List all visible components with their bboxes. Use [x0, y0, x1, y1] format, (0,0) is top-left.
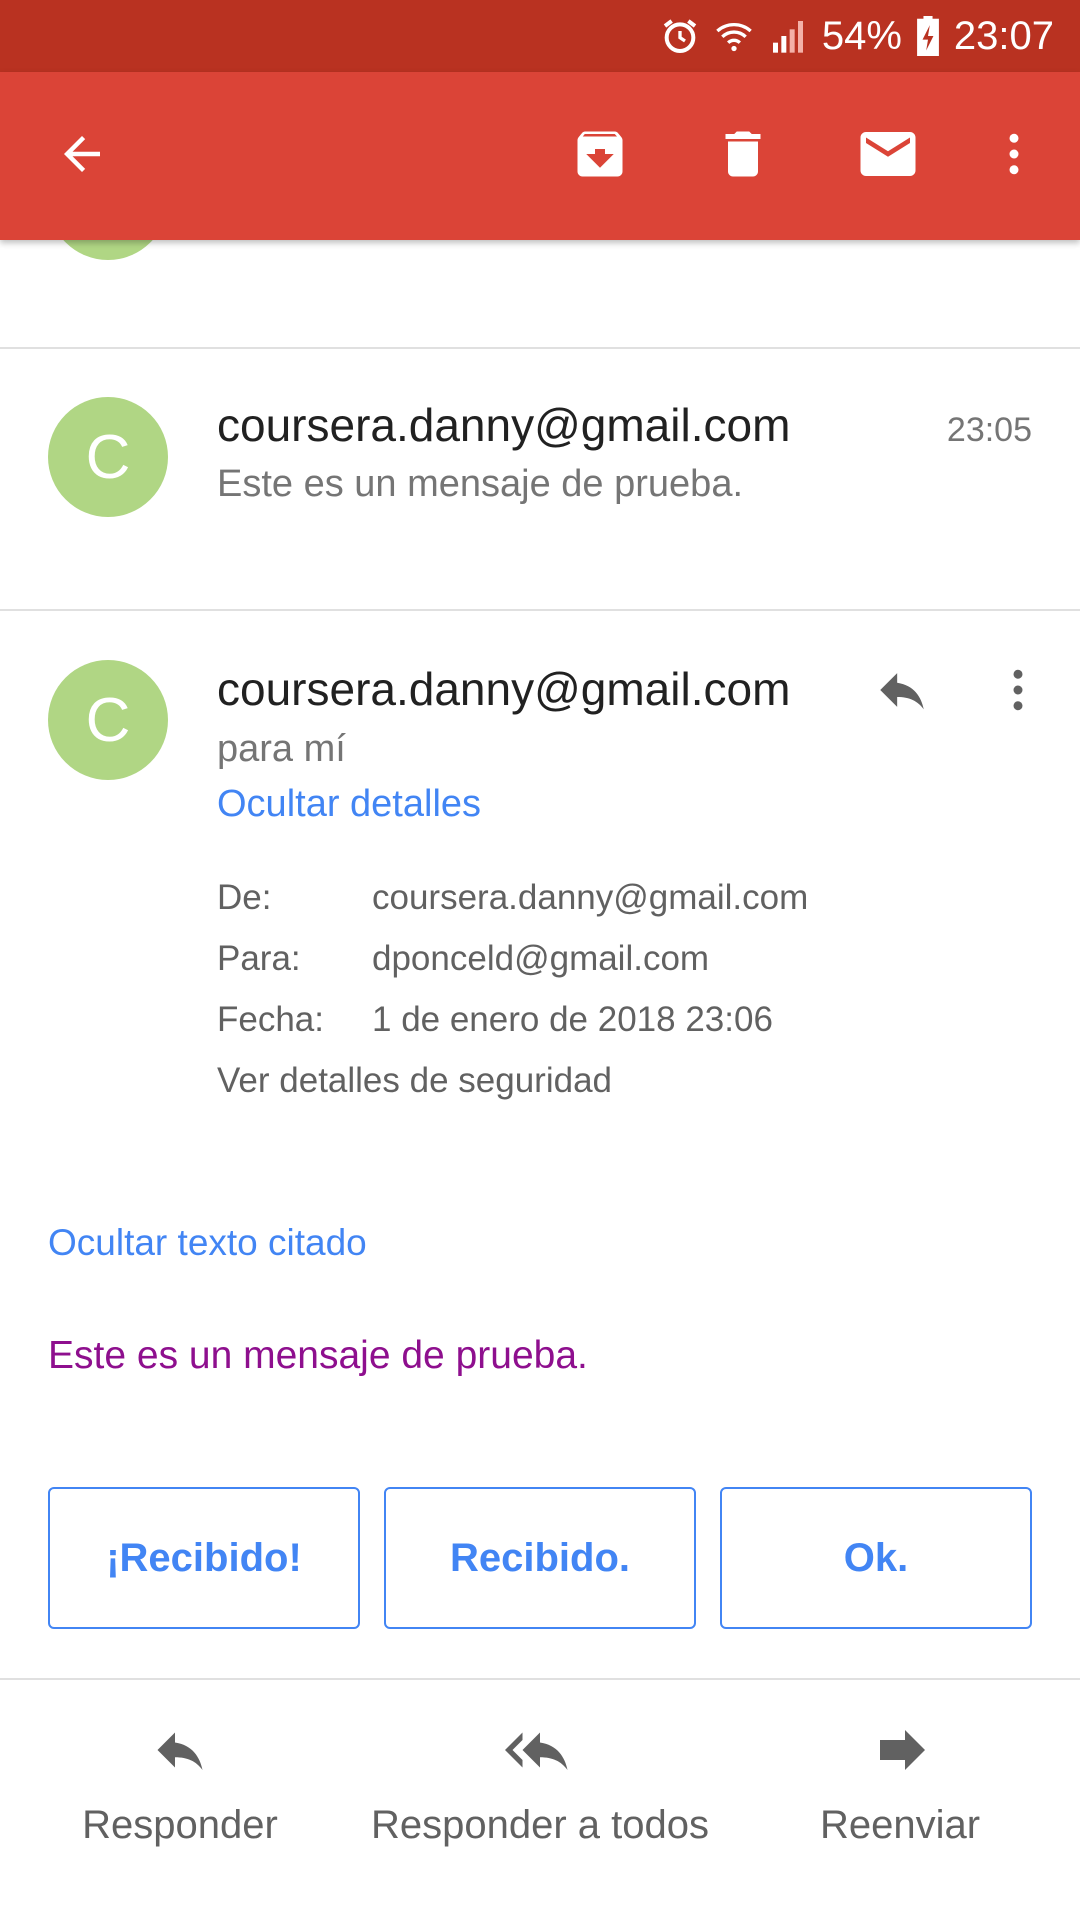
battery-percent: 54%	[821, 13, 902, 58]
divider	[0, 347, 1080, 349]
smart-reply-button[interactable]: ¡Recibido!	[48, 1487, 360, 1629]
reply-all-icon	[504, 1720, 576, 1785]
security-details-link[interactable]: Ver detalles de seguridad	[217, 1061, 612, 1101]
date-label: Fecha:	[217, 1000, 324, 1039]
divider	[0, 1678, 1080, 1680]
more-vert-icon	[991, 663, 1045, 722]
forward-icon	[870, 1720, 930, 1785]
divider	[0, 609, 1080, 611]
forward-action[interactable]: Reenviar	[800, 1720, 1000, 1848]
avatar: C	[48, 660, 168, 780]
message-snippet: Este es un mensaje de prueba.	[217, 463, 744, 505]
reply-all-label: Responder a todos	[370, 1803, 709, 1847]
avatar	[48, 240, 168, 260]
reply-action[interactable]: Responder	[80, 1720, 280, 1848]
battery-charging-icon	[916, 16, 940, 56]
message-time: 23:05	[946, 411, 1032, 449]
back-arrow-icon	[55, 127, 109, 186]
app-bar	[0, 72, 1080, 240]
archive-icon	[570, 124, 630, 189]
delete-icon	[713, 124, 773, 189]
delete-button[interactable]	[693, 106, 793, 206]
message-body: Este es un mensaje de prueba.	[48, 1334, 588, 1377]
mark-unread-button[interactable]	[838, 106, 938, 206]
status-bar-right: 54% 23:07	[660, 0, 1054, 72]
sender-name: coursera.danny@gmail.com	[217, 663, 791, 715]
wifi-icon	[714, 16, 754, 56]
more-options-button[interactable]	[964, 106, 1064, 206]
hide-quoted-text-link[interactable]: Ocultar texto citado	[48, 1222, 367, 1264]
clock: 23:07	[953, 13, 1054, 58]
sender-name: coursera.danny@gmail.com	[217, 399, 791, 451]
status-bar: 54% 23:07	[0, 0, 1080, 72]
from-value[interactable]: coursera.danny@gmail.com	[372, 878, 808, 918]
reply-icon	[873, 661, 931, 724]
from-label: De:	[217, 878, 272, 917]
back-button[interactable]	[32, 106, 132, 206]
to-label: Para:	[217, 939, 301, 978]
archive-button[interactable]	[550, 106, 650, 206]
signal-icon	[768, 16, 808, 56]
avatar: C	[48, 397, 168, 517]
hide-details-link[interactable]: Ocultar detalles	[217, 783, 481, 826]
reply-label: Responder	[82, 1803, 278, 1847]
mark-unread-icon	[855, 121, 921, 192]
reply-all-action[interactable]: Responder a todos	[360, 1720, 720, 1848]
recipient-line: para mí	[217, 728, 346, 770]
reply-icon	[150, 1720, 210, 1785]
alarm-icon	[660, 16, 700, 56]
smart-reply-button[interactable]: Ok.	[720, 1487, 1032, 1629]
previous-message-remnant[interactable]	[0, 240, 1080, 348]
date-value: 1 de enero de 2018 23:06	[372, 1000, 773, 1039]
message-more-button[interactable]	[978, 652, 1058, 732]
smart-reply-button[interactable]: Recibido.	[384, 1487, 696, 1629]
to-value[interactable]: dponceld@gmail.com	[372, 939, 709, 979]
more-vert-icon	[987, 127, 1041, 186]
reply-button[interactable]	[862, 652, 942, 732]
forward-label: Reenviar	[819, 1803, 981, 1847]
